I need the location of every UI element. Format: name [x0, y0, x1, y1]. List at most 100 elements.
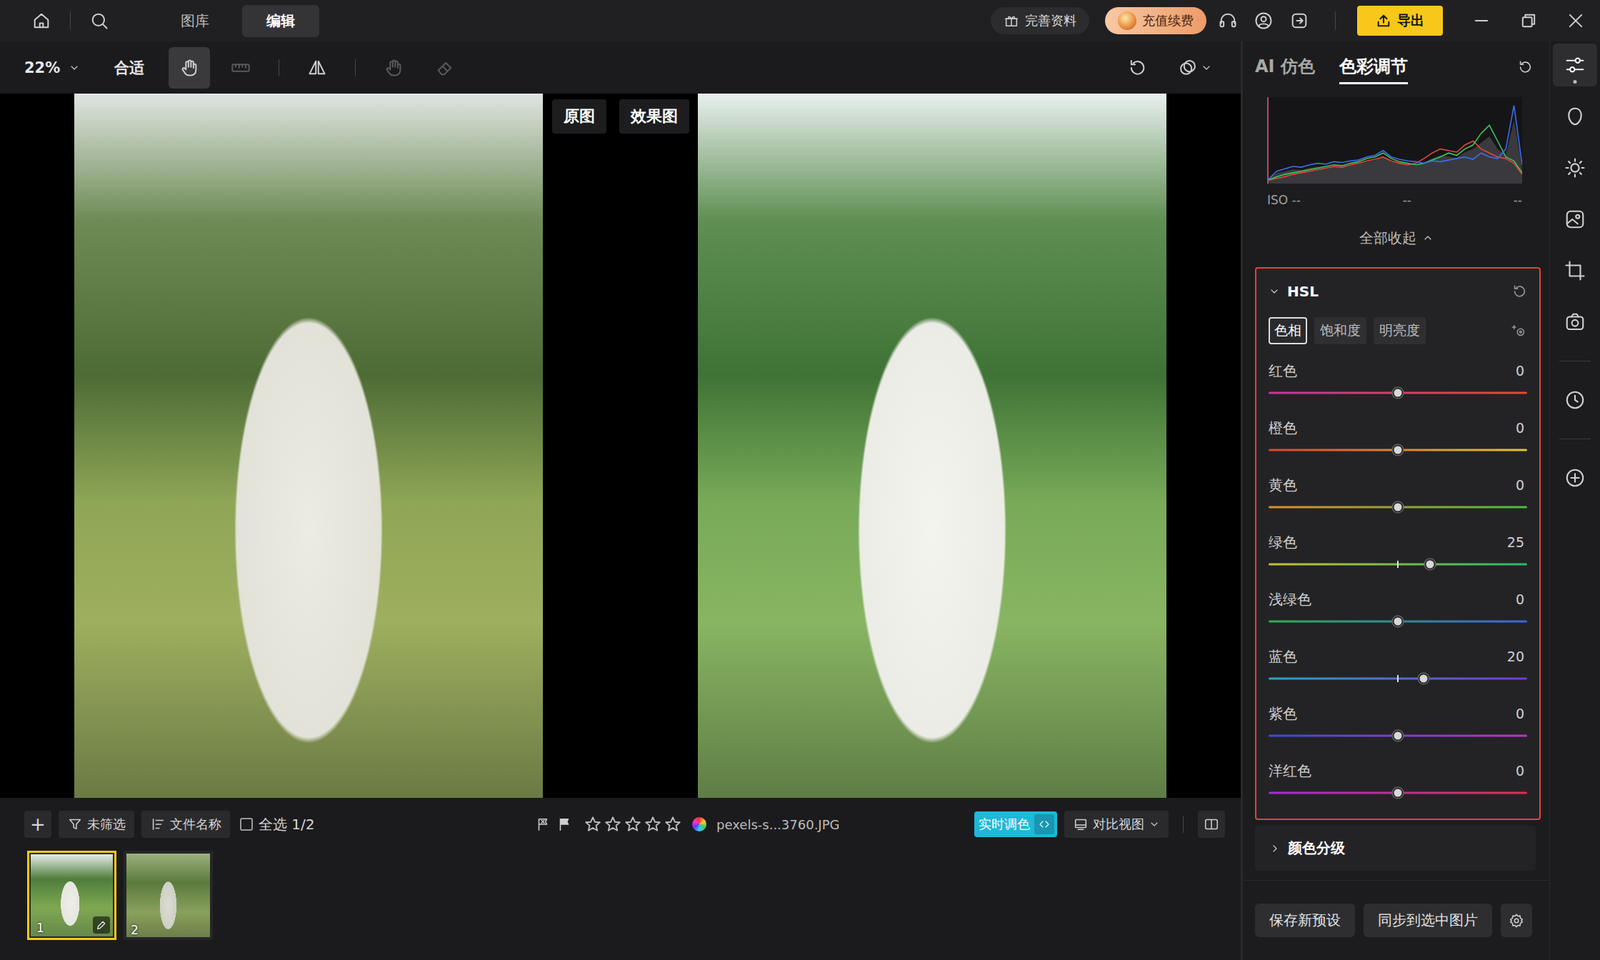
- slider-value[interactable]: 20: [1507, 648, 1528, 665]
- hsl-mode-tab[interactable]: 色相: [1268, 317, 1308, 345]
- slider-thumb[interactable]: [1392, 387, 1404, 399]
- slider-value[interactable]: 0: [1515, 420, 1528, 436]
- recharge-button[interactable]: 充值续费: [1105, 7, 1207, 35]
- slider-label: 浅绿色: [1268, 590, 1312, 610]
- slider-thumb[interactable]: [1392, 730, 1404, 742]
- ruler-tool[interactable]: [220, 47, 262, 89]
- sort-button[interactable]: 文件名称: [141, 810, 230, 838]
- original-photo[interactable]: [74, 93, 543, 798]
- star-rating[interactable]: [583, 815, 683, 834]
- live-adjust-toggle[interactable]: 实时调色: [974, 811, 1058, 838]
- export-button[interactable]: 导出: [1357, 5, 1443, 36]
- slider-thumb[interactable]: [1425, 559, 1436, 570]
- settings-button[interactable]: [1500, 903, 1533, 938]
- maximize-button[interactable]: [1514, 6, 1543, 35]
- thumbnail[interactable]: 2: [123, 850, 213, 940]
- slider-value[interactable]: 0: [1515, 705, 1528, 722]
- close-button[interactable]: [1561, 6, 1590, 35]
- divider: [1335, 11, 1336, 30]
- profile-button[interactable]: 完善资料: [990, 7, 1090, 35]
- touch-tool[interactable]: [372, 47, 415, 89]
- color-label-icon[interactable]: [692, 817, 707, 832]
- support-button[interactable]: [1213, 6, 1243, 35]
- panel-action-button[interactable]: 保存新预设: [1255, 903, 1355, 938]
- account-button[interactable]: [1249, 6, 1278, 35]
- slider-value[interactable]: 25: [1507, 534, 1528, 550]
- mirror-tool[interactable]: [296, 47, 338, 89]
- star-icon[interactable]: [623, 815, 643, 834]
- effect-photo[interactable]: [697, 93, 1167, 798]
- sun-rail-button[interactable]: [1552, 146, 1598, 190]
- slider-track[interactable]: [1268, 667, 1528, 690]
- star-icon[interactable]: [643, 815, 663, 834]
- fit-button[interactable]: 合适: [114, 57, 145, 78]
- view-dropdown[interactable]: 对比视图: [1064, 810, 1169, 838]
- hand-tool[interactable]: [168, 47, 210, 89]
- hsl-mode-tab[interactable]: 明亮度: [1373, 317, 1426, 345]
- thumbnail[interactable]: 1: [27, 850, 117, 940]
- gear-icon: [1508, 912, 1525, 929]
- slider-thumb[interactable]: [1392, 502, 1404, 513]
- slider-value[interactable]: 0: [1515, 362, 1528, 379]
- slider-value[interactable]: 0: [1515, 762, 1528, 779]
- top-tab[interactable]: 图库: [156, 5, 234, 38]
- chevron-down-icon: [1200, 62, 1213, 74]
- select-all[interactable]: 全选 1/2: [240, 815, 315, 835]
- panel-action-button[interactable]: 同步到选中图片: [1363, 903, 1493, 938]
- compare-labels: 原图 效果图: [552, 99, 690, 134]
- checkbox[interactable]: [240, 817, 253, 831]
- target-adjust-icon[interactable]: [1511, 322, 1528, 339]
- compare-mode-dropdown[interactable]: [1167, 47, 1223, 89]
- slider-track[interactable]: [1268, 381, 1528, 405]
- panel-reset-button[interactable]: [1510, 52, 1540, 82]
- shape-rail-button[interactable]: [1552, 95, 1598, 138]
- crop-rail-button[interactable]: [1552, 249, 1598, 293]
- filter-button[interactable]: 未筛选: [58, 810, 135, 838]
- image-rail-button[interactable]: [1552, 197, 1598, 241]
- add-button[interactable]: +: [24, 810, 52, 838]
- color-grading-section[interactable]: 颜色分级: [1255, 825, 1536, 871]
- slider-thumb[interactable]: [1392, 616, 1404, 628]
- reset-button[interactable]: [1116, 47, 1158, 89]
- hsl-slider: 蓝色 20: [1268, 645, 1528, 690]
- slider-value[interactable]: 0: [1515, 591, 1528, 608]
- slider-track[interactable]: [1268, 438, 1528, 462]
- logout-button[interactable]: [1285, 6, 1314, 35]
- plus-rail-button[interactable]: [1552, 456, 1598, 500]
- slider-thumb[interactable]: [1392, 445, 1404, 456]
- pick-flag-icon[interactable]: [556, 816, 573, 833]
- slider-track[interactable]: [1268, 552, 1528, 576]
- panel-tab[interactable]: 色彩调节: [1339, 50, 1408, 85]
- panel-tab[interactable]: AI 仿色: [1255, 50, 1315, 85]
- slider-track[interactable]: [1268, 495, 1528, 519]
- collapse-all-button[interactable]: 全部收起: [1242, 221, 1550, 255]
- search-button[interactable]: [85, 6, 114, 35]
- hsl-mode-tab[interactable]: 饱和度: [1314, 317, 1367, 345]
- effect-label: 效果图: [619, 99, 690, 134]
- star-icon[interactable]: [603, 815, 623, 834]
- chevron-icon: [1268, 285, 1280, 298]
- hsl-header[interactable]: HSL: [1268, 278, 1528, 305]
- slider-thumb[interactable]: [1418, 673, 1430, 685]
- camera-rail-button[interactable]: [1552, 300, 1598, 344]
- adjust-rail-button[interactable]: [1552, 43, 1598, 87]
- minimize-button[interactable]: [1467, 6, 1496, 35]
- top-tab[interactable]: 编辑: [242, 5, 320, 38]
- chevron-icon: [1269, 842, 1281, 855]
- slider-track[interactable]: [1268, 724, 1528, 748]
- star-icon[interactable]: [583, 815, 603, 834]
- home-button[interactable]: [27, 6, 56, 35]
- slider-value[interactable]: 0: [1515, 477, 1528, 493]
- slider-track[interactable]: [1268, 781, 1528, 805]
- slider-thumb[interactable]: [1392, 787, 1404, 799]
- window-controls: [1467, 6, 1590, 35]
- clock-rail-button[interactable]: [1552, 378, 1598, 422]
- star-icon[interactable]: [663, 815, 683, 834]
- reject-flag-icon[interactable]: [535, 816, 551, 833]
- zoom-dropdown[interactable]: 22%: [24, 59, 80, 77]
- reset-icon[interactable]: [1511, 283, 1528, 300]
- split-view-button[interactable]: [1197, 810, 1225, 838]
- slider-track[interactable]: [1268, 610, 1528, 633]
- panel-content: ISO ------ 全部收起 HSL 色相饱和度明亮度 红色 0 橙色 0 黄…: [1242, 92, 1550, 880]
- eraser-tool[interactable]: [424, 47, 466, 89]
